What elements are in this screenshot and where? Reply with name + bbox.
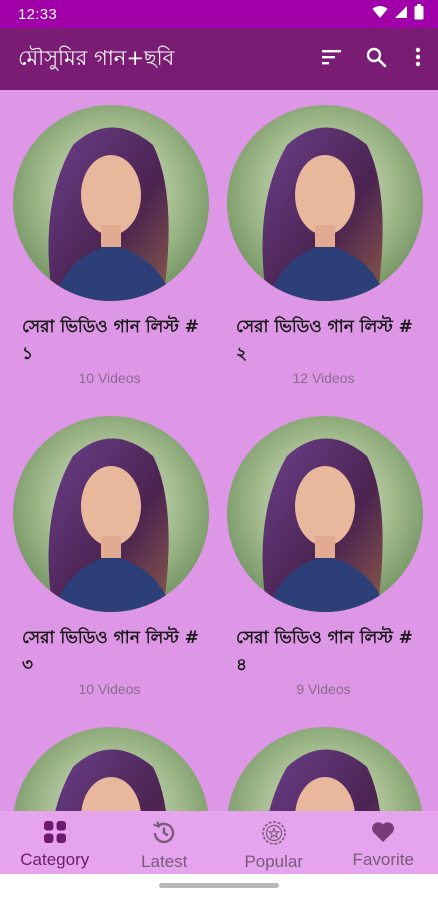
status-icons xyxy=(372,4,424,24)
nav-item-latest[interactable]: Latest xyxy=(110,811,220,874)
card-title: সেরা ভিডিও গান লিস্ট # ২ xyxy=(236,317,413,364)
app-title: মৌসুমির গান+ছবি xyxy=(18,45,175,70)
sort-button[interactable] xyxy=(310,35,354,83)
search-icon xyxy=(366,47,387,72)
category-grid: সেরা ভিডিও গান লিস্ট # ১ 10 Videos সেরা … xyxy=(0,90,438,811)
wifi-icon xyxy=(372,5,388,23)
nav-label-latest: Latest xyxy=(141,852,188,871)
cell-signal-icon xyxy=(394,5,408,23)
battery-icon xyxy=(414,4,424,24)
nav-label-popular: Popular xyxy=(244,852,304,871)
card-title: সেরা ভিডিও গান লিস্ট # ৪ xyxy=(236,628,413,675)
card-video-count: 9 Videos xyxy=(296,681,351,697)
more-vert-icon xyxy=(415,47,421,71)
nav-label-favorite: Favorite xyxy=(352,850,414,869)
card-thumbnail xyxy=(13,416,209,612)
card-video-count: 10 Videos xyxy=(78,370,141,386)
status-bar: 12:33 xyxy=(0,0,438,28)
star-badge-icon xyxy=(261,820,287,850)
home-gesture-handle[interactable] xyxy=(159,883,279,888)
card-video-count: 12 Videos xyxy=(292,370,355,386)
card-thumbnail xyxy=(13,105,209,301)
card-thumbnail xyxy=(227,105,423,301)
nav-item-popular[interactable]: Popular xyxy=(219,811,329,874)
card-video-count: 10 Videos xyxy=(78,681,141,697)
history-clock-icon xyxy=(151,820,177,850)
nav-item-favorite[interactable]: Favorite xyxy=(329,811,438,874)
category-grid-icon xyxy=(43,820,67,848)
sort-icon xyxy=(321,49,343,69)
app-bar-actions xyxy=(310,35,438,83)
nav-label-category: Category xyxy=(20,850,90,869)
system-gesture-bar xyxy=(0,874,438,900)
card-title: সেরা ভিডিও গান লিস্ট # ১ xyxy=(22,317,199,364)
card-thumbnail xyxy=(13,727,209,811)
bottom-navigation: Category Latest Popular Favorite xyxy=(0,811,438,874)
nav-item-category[interactable]: Category xyxy=(0,811,110,874)
card-thumbnail xyxy=(227,416,423,612)
search-button[interactable] xyxy=(354,35,398,83)
app-bar: মৌসুমির গান+ছবি xyxy=(0,28,438,90)
more-options-button[interactable] xyxy=(398,35,438,83)
status-time: 12:33 xyxy=(18,5,58,23)
card-thumbnail xyxy=(227,727,423,811)
card-title: সেরা ভিডিও গান লিস্ট # ৩ xyxy=(22,628,199,675)
heart-icon xyxy=(370,820,396,848)
